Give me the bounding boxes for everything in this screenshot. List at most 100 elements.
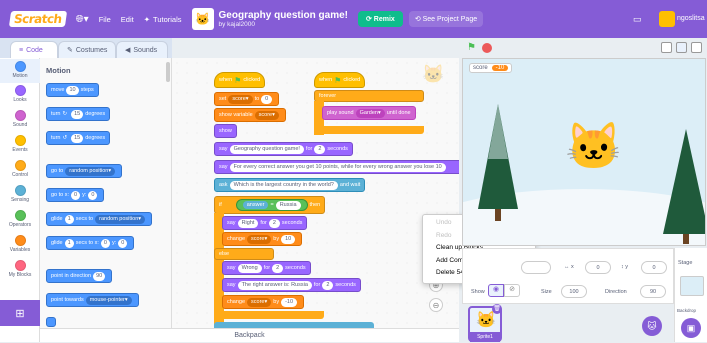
secs-input[interactable]: 2 <box>272 263 284 273</box>
fullscreen-icon[interactable] <box>691 42 702 53</box>
change-variable-block[interactable]: change score ▾ by -10 <box>222 295 305 309</box>
turn-left-input[interactable]: 15 <box>71 133 84 143</box>
cat-sprite[interactable]: 🐱 <box>565 119 622 174</box>
username[interactable]: ngoslitsa <box>677 15 705 22</box>
glide-to-block[interactable]: glide 1 secs to random position ▾ <box>46 212 153 226</box>
my-stuff-folder-icon[interactable]: ▭ <box>633 14 642 25</box>
change-value-input[interactable]: 10 <box>281 234 296 244</box>
variable-dropdown[interactable]: score ▾ <box>254 110 279 120</box>
towards-dropdown[interactable]: mouse-pointer ▾ <box>85 295 132 305</box>
x-input[interactable]: 0 <box>100 238 110 248</box>
equals-value-input[interactable]: Russia <box>275 200 301 210</box>
go-to-xy-block[interactable]: go to x: 0 y: 0 <box>46 188 105 202</box>
secs-input[interactable]: 2 <box>268 218 280 228</box>
tab-costumes[interactable]: ✎ Costumes <box>58 41 116 58</box>
secs-input[interactable]: 2 <box>314 144 326 154</box>
remix-button[interactable]: ⟳ Remix <box>357 11 403 27</box>
say-for-secs-block[interactable]: say The right answer is: Russia for 2 second… <box>222 278 361 292</box>
y-input[interactable]: 0 <box>118 238 128 248</box>
move-input[interactable]: 10 <box>66 85 79 95</box>
glide-dropdown[interactable]: random position ▾ <box>95 214 146 224</box>
say-for-secs-block[interactable]: say Wrong for 2 seconds <box>222 261 311 275</box>
small-stage-icon[interactable] <box>661 42 672 53</box>
category-my-blocks[interactable]: My Blocks <box>0 260 40 278</box>
direction-input[interactable]: 90 <box>93 271 106 281</box>
backpack[interactable]: Backpack <box>40 328 459 342</box>
green-flag-icon[interactable]: ⚑ <box>467 42 476 53</box>
choose-backdrop-button[interactable]: ▣ <box>681 318 701 338</box>
zoom-out-icon[interactable]: ⊖ <box>429 298 443 312</box>
turn-right-input[interactable]: 15 <box>71 109 84 119</box>
language-globe-icon[interactable]: 🌐︎▾ <box>76 14 89 25</box>
change-variable-block[interactable]: change score ▾ by 10 <box>222 232 303 246</box>
sound-dropdown[interactable]: Garden ▾ <box>355 108 385 118</box>
file-menu[interactable]: File <box>99 15 111 24</box>
hide-eye-icon[interactable]: ⊘ <box>504 284 520 297</box>
x-input[interactable]: 0 <box>71 190 81 200</box>
if-else-block[interactable]: if answer = Russia then <box>214 196 326 214</box>
variable-dropdown[interactable]: score ▾ <box>247 234 272 244</box>
glide-secs-input[interactable]: 1 <box>64 238 74 248</box>
stage-target-panel[interactable]: Stage Backdrop ▣ <box>674 248 707 342</box>
show-eye-icon[interactable]: ◉ <box>488 284 504 297</box>
equals-operator[interactable]: answer = Russia <box>235 199 308 211</box>
change-value-input[interactable]: -10 <box>281 297 298 307</box>
secs-input[interactable]: 2 <box>322 280 334 290</box>
point-towards-block[interactable]: point towards mouse-pointer ▾ <box>46 293 139 307</box>
go-to-block[interactable]: go to random position ▾ <box>46 164 123 178</box>
move-steps-block[interactable]: move 10 steps <box>46 83 99 97</box>
user-avatar[interactable] <box>659 11 675 27</box>
see-project-page-button[interactable]: ⟲ See Project Page <box>408 11 484 27</box>
tutorials-menu[interactable]: ✦ Tutorials <box>144 15 182 24</box>
ask-and-wait-block[interactable]: ask Which is the largest country in the w… <box>214 178 366 192</box>
project-author[interactable]: by kajal2000 <box>219 21 348 28</box>
say-text-input[interactable]: Right <box>237 218 259 228</box>
score-monitor[interactable]: score -10 <box>469 63 513 73</box>
choose-sprite-button[interactable]: 🐱︎ <box>642 316 662 336</box>
partial-block[interactable] <box>46 317 56 327</box>
glide-secs-input[interactable]: 1 <box>64 214 74 224</box>
category-control[interactable]: Control <box>0 160 40 178</box>
turn-left-block[interactable]: turn ↺ 15 degrees <box>46 131 111 145</box>
point-direction-block[interactable]: point in direction 90 <box>46 269 113 283</box>
set-variable-block[interactable]: set score ▾ to 0 <box>214 92 280 106</box>
stage[interactable]: score -10 🐱 <box>462 58 706 246</box>
when-flag-clicked-block[interactable]: when ⚑ clicked <box>214 72 266 88</box>
category-variables[interactable]: Variables <box>0 235 40 253</box>
tab-sounds[interactable]: ◀ Sounds <box>116 41 168 58</box>
ask-text-input[interactable]: Which is the largest country in the worl… <box>229 180 338 190</box>
stage-thumbnail[interactable] <box>680 276 704 296</box>
large-stage-icon[interactable] <box>676 42 687 53</box>
category-operators[interactable]: Operators <box>0 210 40 228</box>
say-text-input[interactable]: For every correct answer you get 10 poin… <box>229 162 446 172</box>
say-for-secs-block[interactable]: say For every correct answer you get 10 p… <box>214 160 459 174</box>
answer-reporter[interactable]: answer <box>242 201 269 209</box>
size-input[interactable]: 100 <box>561 285 587 298</box>
glide-to-xy-block[interactable]: glide 1 secs to x: 0 y: 0 <box>46 236 135 250</box>
scratch-logo[interactable]: Scratch <box>8 11 67 27</box>
sprite-thumbnail[interactable]: 🐱 Sprite1 🗑︎ <box>468 304 502 342</box>
say-for-secs-block[interactable]: say Right for 2 seconds <box>222 216 308 230</box>
go-to-dropdown[interactable]: random position ▾ <box>65 166 116 176</box>
palette-scrollbar[interactable] <box>166 62 170 82</box>
say-for-secs-block[interactable]: say Geography question game! for 2 seconds <box>214 142 353 156</box>
stop-icon[interactable] <box>482 43 492 53</box>
tab-code[interactable]: ≡ Code <box>10 41 58 58</box>
category-events[interactable]: Events <box>0 135 40 153</box>
edit-menu[interactable]: Edit <box>121 15 134 24</box>
add-extension-button[interactable]: ⊞ <box>0 300 40 326</box>
category-sound[interactable]: Sound <box>0 110 40 128</box>
show-block[interactable]: show <box>214 124 237 138</box>
sprite-name-input[interactable] <box>521 261 551 274</box>
script-area[interactable]: when ⚑ clicked set score ▾ to 0 show variable… <box>172 58 459 328</box>
x-position-input[interactable]: 0 <box>585 261 611 274</box>
category-sensing[interactable]: Sensing <box>0 185 40 203</box>
set-value-input[interactable]: 0 <box>261 94 273 104</box>
say-text-input[interactable]: The right answer is: Russia <box>237 280 312 290</box>
variable-dropdown[interactable]: score ▾ <box>228 94 253 104</box>
when-flag-clicked-block[interactable]: when ⚑ clicked <box>314 72 366 88</box>
play-sound-until-done-block[interactable]: play sound Garden ▾ until done <box>322 106 416 120</box>
category-looks[interactable]: Looks <box>0 85 40 103</box>
say-text-input[interactable]: Wrong <box>237 263 262 273</box>
forever-block[interactable]: forever <box>314 90 424 102</box>
